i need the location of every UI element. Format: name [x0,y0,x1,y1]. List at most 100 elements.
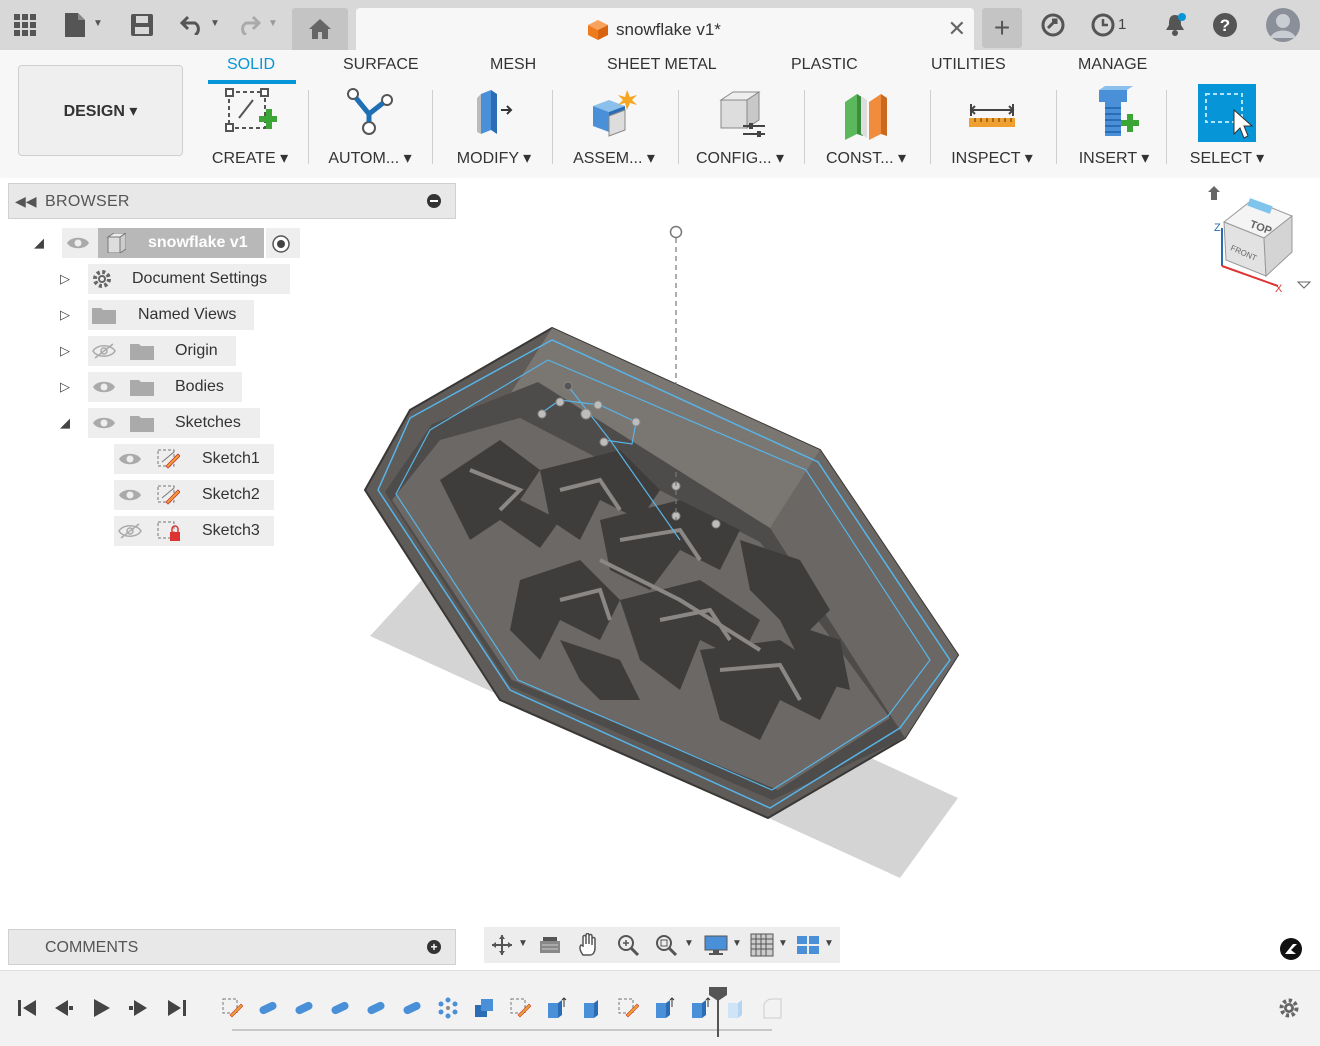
job-status-icon[interactable] [1086,8,1120,42]
timeline-suppressed-extrude-icon[interactable] [725,997,747,1019]
tab-solid[interactable]: SOLID [227,56,275,74]
add-comment-icon[interactable]: + [427,940,441,954]
timeline-play-icon[interactable] [90,997,112,1019]
zoom-caret-icon[interactable]: ▼ [684,938,694,949]
file-menu-caret-icon[interactable]: ▼ [93,18,103,29]
timeline-extrude-icon[interactable] [581,997,603,1019]
viewcube-menu-icon[interactable] [1296,281,1312,289]
app-grid-icon[interactable] [8,8,42,42]
extensions-icon[interactable] [1036,8,1070,42]
close-tab-icon[interactable]: ✕ [948,16,966,42]
timeline-sketch-icon[interactable] [221,997,243,1019]
timeline-previous-icon[interactable] [52,997,74,1019]
create-group[interactable]: CREATE ▾ [190,86,310,178]
timeline-pipe-icon[interactable] [257,997,279,1019]
graphics-canvas[interactable] [0,178,1320,968]
construct-group[interactable]: CONST... ▾ [806,86,926,178]
look-at-icon[interactable] [538,933,562,957]
timeline-extrude-icon[interactable] [689,997,711,1019]
automate-group[interactable]: AUTOM... ▾ [310,86,430,178]
document-tab[interactable]: snowflake v1* ✕ [356,8,974,50]
save-icon[interactable] [125,8,159,42]
redo-caret-icon[interactable]: ▼ [268,18,278,29]
browser-node-sketch2[interactable]: Sketch2 [114,480,284,510]
timeline-marker[interactable] [709,987,727,1037]
insert-group[interactable]: INSERT ▾ [1054,86,1174,178]
visibility-eye-icon[interactable] [92,415,116,431]
browser-node-sketches[interactable]: ◢ Sketches [56,408,296,438]
grid-settings-icon[interactable] [750,933,774,957]
timeline-pipe-icon[interactable] [329,997,351,1019]
collapse-arrow-icon[interactable]: ◢ [60,415,70,431]
viewports-caret-icon[interactable]: ▼ [824,938,834,949]
tab-utilities[interactable]: UTILITIES [931,56,1006,74]
display-caret-icon[interactable]: ▼ [732,938,742,949]
notifications-icon[interactable] [1158,8,1192,42]
tab-plastic[interactable]: PLASTIC [791,56,858,74]
expand-arrow-icon[interactable]: ▷ [60,271,70,287]
timeline-pipe-icon[interactable] [293,997,315,1019]
timeline-sketch-icon[interactable] [617,997,639,1019]
browser-node-sketch3[interactable]: Sketch3 [114,516,284,546]
timeline-extrude-icon[interactable] [545,997,567,1019]
expand-arrow-icon[interactable]: ▷ [60,307,70,323]
pan-hand-icon[interactable] [576,933,600,957]
tab-mesh[interactable]: MESH [490,56,536,74]
timeline-last-icon[interactable] [166,997,188,1019]
workspace-switcher-button[interactable]: DESIGN ▾ [18,65,183,156]
expand-arrow-icon[interactable]: ▷ [60,343,70,359]
visibility-eye-icon[interactable] [118,487,142,503]
browser-node-named-views[interactable]: ▷ Named Views [56,300,296,330]
expand-arrow-icon[interactable]: ▷ [60,379,70,395]
redo-icon[interactable] [232,8,266,42]
hidden-eye-icon[interactable] [118,523,142,539]
view-cube[interactable]: TOP FRONT Z X [1200,186,1312,296]
orbit-icon[interactable] [490,933,514,957]
tab-sheet-metal[interactable]: SHEET METAL [607,56,717,74]
comments-panel-header[interactable]: COMMENTS + [8,929,456,965]
file-icon[interactable] [58,8,92,42]
zoom-icon[interactable] [616,933,640,957]
browser-node-bodies[interactable]: ▷ Bodies [56,372,296,402]
visibility-eye-icon[interactable] [92,379,116,395]
browser-panel-header[interactable]: ◀◀ BROWSER [8,183,456,219]
browser-root-node[interactable]: ◢ snowflake v1 [30,228,302,258]
timeline-settings-gear-icon[interactable] [1278,997,1300,1019]
configure-group[interactable]: CONFIG... ▾ [680,86,800,178]
timeline-pipe-icon[interactable] [365,997,387,1019]
timeline-next-icon[interactable] [128,997,150,1019]
timeline-suppressed-fillet-icon[interactable] [761,997,783,1019]
timeline-pattern-icon[interactable] [437,997,459,1019]
undo-caret-icon[interactable]: ▼ [210,18,220,29]
expand-arrow-icon[interactable]: ◢ [34,235,44,251]
activate-radio-icon[interactable] [272,235,290,253]
browser-node-origin[interactable]: ▷ Origin [56,336,296,366]
collapse-panel-icon[interactable]: ◀◀ [15,193,37,210]
display-settings-icon[interactable] [704,933,728,957]
home-tab[interactable] [292,8,348,50]
tab-manage[interactable]: MANAGE [1078,56,1147,74]
visibility-eye-icon[interactable] [66,235,90,251]
inspect-group[interactable]: INSPECT ▾ [932,86,1052,178]
help-icon[interactable]: ? [1208,8,1242,42]
grid-caret-icon[interactable]: ▼ [778,938,788,949]
browser-node-document-settings[interactable]: ▷ Document Settings [56,264,296,294]
user-avatar[interactable] [1266,8,1300,42]
orbit-caret-icon[interactable]: ▼ [518,938,528,949]
manipulator-handle[interactable] [669,225,683,239]
new-tab-button[interactable]: + [982,8,1022,48]
visibility-eye-icon[interactable] [118,451,142,467]
viewports-icon[interactable] [796,933,820,957]
timeline-extrude-icon[interactable] [653,997,675,1019]
undo-icon[interactable] [175,8,209,42]
browser-node-sketch1[interactable]: Sketch1 [114,444,284,474]
home-view-icon[interactable] [1208,186,1220,200]
timeline-first-icon[interactable] [16,997,38,1019]
timeline-pipe-icon[interactable] [401,997,423,1019]
select-group[interactable]: SELECT ▾ [1167,84,1287,178]
hidden-eye-icon[interactable] [92,343,116,359]
timeline-combine-icon[interactable] [473,997,495,1019]
modify-group[interactable]: MODIFY ▾ [434,86,554,178]
tab-surface[interactable]: SURFACE [343,56,419,74]
timeline-sketch-icon[interactable] [509,997,531,1019]
